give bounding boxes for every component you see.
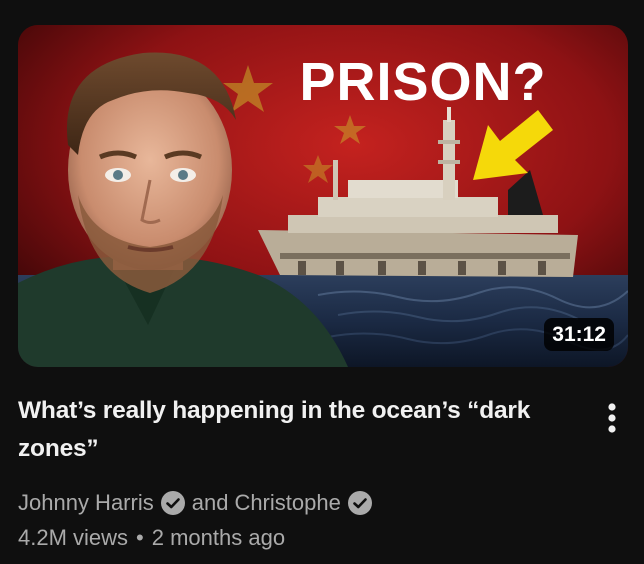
channel-name-secondary[interactable]: Christophe: [234, 490, 340, 516]
thumbnail-overlay-text: PRISON?: [299, 52, 547, 112]
video-thumbnail[interactable]: PRISON? 31:12: [18, 25, 628, 367]
channel-joiner: and: [191, 490, 229, 515]
more-actions-button[interactable]: [598, 398, 626, 438]
vertical-ellipsis-icon: [608, 403, 616, 433]
upload-age: 2 months ago: [151, 525, 286, 550]
check-circle-icon: [347, 491, 372, 515]
channel-info: Johnny Harris and Christophe: [18, 488, 379, 518]
channel-name-primary[interactable]: Johnny Harris: [18, 490, 154, 516]
video-title[interactable]: What’s really happening in the ocean’s “…: [18, 392, 578, 468]
duration-badge: 31:12: [544, 317, 614, 351]
check-circle-icon: [160, 491, 185, 515]
view-count: 4.2M views: [18, 525, 129, 550]
video-card[interactable]: PRISON? 31:12 What’s really happening in…: [0, 0, 644, 564]
video-metadata: 4.2M views • 2 months ago: [18, 523, 285, 553]
meta-separator: •: [136, 525, 144, 550]
